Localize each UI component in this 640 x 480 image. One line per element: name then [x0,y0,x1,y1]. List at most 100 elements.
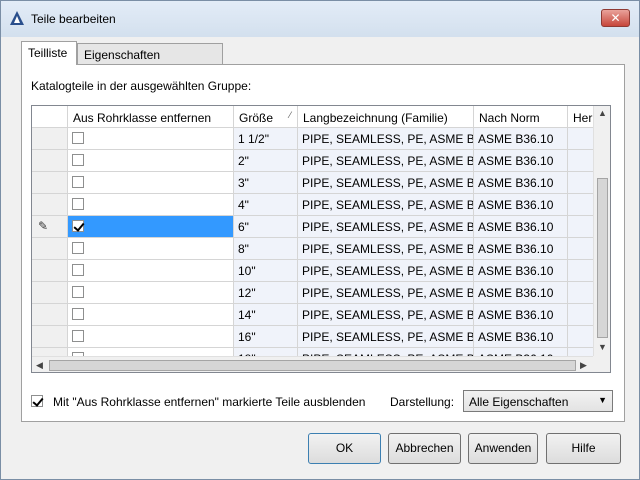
norm-cell: ASME B36.10 [474,260,568,282]
column-header-description[interactable]: Langbezeichnung (Familie) [298,106,474,128]
norm-cell: ASME B36.10 [474,238,568,260]
description-cell: PIPE, SEAMLESS, PE, ASME B3... [298,216,474,238]
remove-checkbox[interactable] [72,220,84,232]
tab-eigenschaften-bearbeiten[interactable]: Eigenschaften bearbeiten [77,43,223,76]
remove-checkbox[interactable] [72,308,84,320]
remove-checkbox[interactable] [72,264,84,276]
description-cell: PIPE, SEAMLESS, PE, ASME B3... [298,238,474,260]
column-header-norm[interactable]: Nach Norm [474,106,568,128]
table-row[interactable]: 1 1/2" PIPE, SEAMLESS, PE, ASME B3... ASME… [32,128,610,150]
row-selector[interactable] [32,282,68,304]
vertical-scroll-thumb[interactable] [597,178,608,338]
size-cell: 1 1/2" [234,128,298,150]
column-header-remove[interactable]: Aus Rohrklasse entfernen [68,106,234,128]
norm-cell: ASME B36.10 [474,282,568,304]
size-cell: 4" [234,194,298,216]
pencil-edit-icon: ✎ [38,219,49,233]
display-label: Darstellung: [390,395,455,409]
row-selector-header [32,106,68,128]
row-selector[interactable] [32,326,68,348]
size-cell: 8" [234,238,298,260]
apply-button[interactable]: Anwenden [468,433,538,464]
remove-checkbox[interactable] [72,154,84,166]
size-cell: 6" [234,216,298,238]
description-cell: PIPE, SEAMLESS, PE, ASME B3... [298,128,474,150]
description-cell: PIPE, SEAMLESS, PE, ASME B3... [298,150,474,172]
panel-caption: Katalogteile in der ausgewählten Gruppe: [31,79,252,93]
row-selector[interactable] [32,304,68,326]
remove-cell[interactable] [68,128,234,150]
row-selector[interactable] [32,150,68,172]
table-row[interactable]: ✎ 6" PIPE, SEAMLESS, PE, ASME B3... ASME B3… [32,216,610,238]
row-selector[interactable] [32,172,68,194]
remove-checkbox[interactable] [72,286,84,298]
description-cell: PIPE, SEAMLESS, PE, ASME B3... [298,326,474,348]
scroll-left-icon[interactable]: ◀ [36,360,43,371]
row-selector[interactable] [32,194,68,216]
description-cell: PIPE, SEAMLESS, PE, ASME B3... [298,194,474,216]
remove-checkbox[interactable] [72,176,84,188]
description-cell: PIPE, SEAMLESS, PE, ASME B3... [298,304,474,326]
autocad-logo-icon [10,11,24,25]
remove-cell[interactable] [68,260,234,282]
horizontal-scrollbar[interactable]: ◀ ▶ [32,356,593,372]
window-title: Teile bearbeiten [31,12,116,26]
description-cell: PIPE, SEAMLESS, PE, ASME B3... [298,172,474,194]
display-select-value: Alle Eigenschaften [469,395,569,409]
vertical-scrollbar[interactable]: ▲ ▼ [593,106,610,356]
table-row[interactable]: 12" PIPE, SEAMLESS, PE, ASME B3... ASME B3… [32,282,610,304]
row-selector[interactable] [32,238,68,260]
ok-button[interactable]: OK [308,433,381,464]
display-select[interactable]: Alle Eigenschaften ▼ [463,390,613,412]
remove-cell[interactable] [68,304,234,326]
description-cell: PIPE, SEAMLESS, PE, ASME B3... [298,282,474,304]
row-selector[interactable] [32,128,68,150]
table-row[interactable]: 3" PIPE, SEAMLESS, PE, ASME B3... ASME B36… [32,172,610,194]
size-cell: 2" [234,150,298,172]
dialog-window: Teile bearbeiten ✕ Teilliste Eigenschaft… [0,0,640,480]
hide-removed-label[interactable]: Mit "Aus Rohrklasse entfernen" markierte… [53,395,365,409]
remove-cell[interactable] [68,216,234,238]
size-cell: 12" [234,282,298,304]
size-cell: 16" [234,326,298,348]
norm-cell: ASME B36.10 [474,326,568,348]
size-cell: 3" [234,172,298,194]
scroll-down-icon[interactable]: ▼ [598,342,607,352]
table-row[interactable]: 16" PIPE, SEAMLESS, PE, ASME B3... ASME B3… [32,326,610,348]
remove-checkbox[interactable] [72,242,84,254]
column-header-size[interactable]: Größe ⁄ [234,106,298,128]
remove-cell[interactable] [68,326,234,348]
size-cell: 10" [234,260,298,282]
norm-cell: ASME B36.10 [474,194,568,216]
table-row[interactable]: 14" PIPE, SEAMLESS, PE, ASME B3... ASME B3… [32,304,610,326]
cancel-button[interactable]: Abbrechen [388,433,461,464]
title-bar[interactable]: Teile bearbeiten ✕ [1,1,639,37]
remove-checkbox[interactable] [72,330,84,342]
row-selector[interactable]: ✎ [32,216,68,238]
remove-cell[interactable] [68,238,234,260]
table-row[interactable]: 4" PIPE, SEAMLESS, PE, ASME B3... ASME B36… [32,194,610,216]
remove-cell[interactable] [68,172,234,194]
horizontal-scroll-thumb[interactable] [49,360,576,371]
scroll-up-icon[interactable]: ▲ [598,108,607,118]
sort-indicator-icon: ⁄ [289,110,291,120]
scroll-right-icon[interactable]: ▶ [580,360,587,371]
table-row[interactable]: 8" PIPE, SEAMLESS, PE, ASME B3... ASME B36… [32,238,610,260]
parts-grid: Aus Rohrklasse entfernen Größe ⁄ Langbez… [31,105,611,373]
close-button[interactable]: ✕ [601,9,630,27]
help-button[interactable]: Hilfe [546,433,621,464]
remove-cell[interactable] [68,282,234,304]
remove-checkbox[interactable] [72,198,84,210]
norm-cell: ASME B36.10 [474,172,568,194]
remove-cell[interactable] [68,150,234,172]
table-row[interactable]: 10" PIPE, SEAMLESS, PE, ASME B3... ASME B3… [32,260,610,282]
remove-cell[interactable] [68,194,234,216]
column-header-size-label: Größe [239,111,274,125]
remove-checkbox[interactable] [72,132,84,144]
table-row[interactable]: 2" PIPE, SEAMLESS, PE, ASME B3... ASME B36… [32,150,610,172]
size-cell: 14" [234,304,298,326]
row-selector[interactable] [32,260,68,282]
tab-teilliste[interactable]: Teilliste [21,41,77,65]
hide-removed-checkbox[interactable] [31,395,43,407]
norm-cell: ASME B36.10 [474,150,568,172]
